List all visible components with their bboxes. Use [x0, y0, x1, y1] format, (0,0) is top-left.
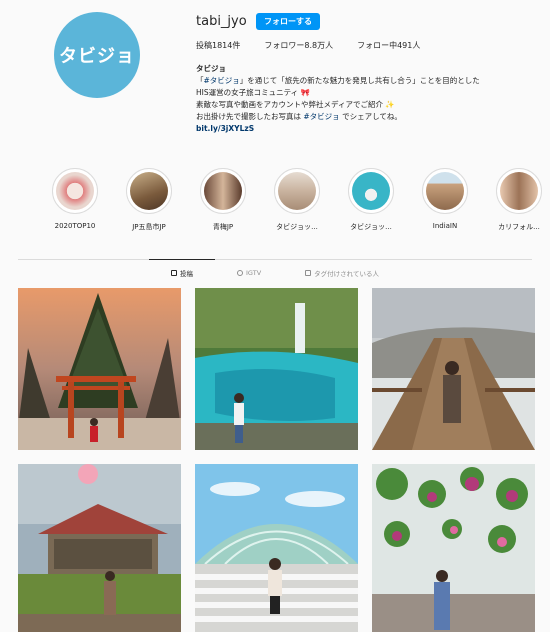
highlight-cover: [56, 172, 94, 210]
bio-line-4: お出掛け先で撮影したお写真は #タビジョ でシェアしてね。: [196, 112, 402, 121]
highlight-cover: [500, 172, 538, 210]
highlight-item[interactable]: タビジョッ...: [334, 168, 408, 232]
profile-bio: タビジョ 「#タビジョ」を通じて「旅先の新たな魅力を発見し共有し合う」ことを目的…: [196, 63, 536, 135]
post-image: [195, 288, 358, 450]
highlight-label: JP五島市JP: [132, 223, 166, 231]
highlight-cover: [278, 172, 316, 210]
story-highlights: 2020TOP10 JP五島市JP 青梅JP タビジョッ... タビジョッ...…: [38, 168, 550, 232]
bio-line-1: 「#タビジョ」を通じて「旅先の新たな魅力を発見し共有し合う」ことを目的とした: [196, 76, 480, 85]
hashtag-link[interactable]: #タビジョ: [204, 76, 240, 85]
highlight-cover: [352, 172, 390, 210]
highlight-label: 青梅JP: [212, 223, 234, 231]
post-thumbnail[interactable]: [372, 464, 535, 632]
following-count[interactable]: フォロー中491人: [357, 40, 420, 51]
post-thumbnail[interactable]: [372, 288, 535, 450]
profile-tabs: 投稿 IGTV タグ付けされている人: [0, 259, 550, 286]
profile-avatar[interactable]: タビジョ: [54, 12, 140, 98]
highlight-item[interactable]: JP五島市JP: [112, 168, 186, 232]
bio-line-2: HIS運営の女子旅コミュニティ 🎀: [196, 88, 310, 97]
post-image: [372, 464, 535, 632]
highlight-label: IndiaIN: [432, 222, 458, 230]
highlight-cover: [426, 172, 464, 210]
follow-button[interactable]: フォローする: [256, 13, 320, 30]
tab-tagged[interactable]: タグ付けされている人: [283, 260, 401, 286]
highlight-label: タビジョッ...: [276, 223, 318, 231]
post-image: [372, 288, 535, 450]
highlight-cover: [204, 172, 242, 210]
highlight-item[interactable]: 青梅JP: [186, 168, 260, 232]
profile-stats: 投稿1814件 フォロワー8.8万人 フォロー中491人: [196, 40, 444, 51]
post-thumbnail[interactable]: [18, 288, 181, 450]
profile-username: tabi_jyo: [196, 14, 247, 29]
bio-website-link[interactable]: bit.ly/3jXYLzS: [196, 123, 536, 135]
highlight-label: 2020TOP10: [54, 222, 96, 230]
highlight-item[interactable]: 2020TOP10: [38, 168, 112, 232]
tag-icon: [305, 270, 312, 276]
post-image: [18, 288, 181, 450]
hashtag-link[interactable]: #タビジョ: [303, 112, 339, 121]
post-image: [18, 464, 181, 632]
posts-count: 投稿1814件: [196, 41, 241, 50]
highlight-label: タビジョッ...: [350, 223, 392, 231]
tab-igtv[interactable]: IGTV: [215, 260, 283, 286]
highlight-label: カリフォル...: [498, 223, 540, 231]
bio-line-3: 素敵な写真や動画をアカウントや弊社メディアでご紹介 ✨: [196, 100, 395, 109]
highlight-cover: [130, 172, 168, 210]
highlight-item[interactable]: タビジョッ...: [260, 168, 334, 232]
bio-name: タビジョ: [196, 64, 226, 73]
tab-posts[interactable]: 投稿: [149, 259, 216, 286]
highlight-item[interactable]: カリフォル...: [482, 168, 550, 232]
post-thumbnail[interactable]: [195, 288, 358, 450]
post-thumbnail[interactable]: [18, 464, 181, 632]
avatar-logo-text: タビジョ: [59, 46, 135, 67]
followers-count[interactable]: フォロワー8.8万人: [264, 40, 333, 51]
highlight-item[interactable]: IndiaIN: [408, 168, 482, 232]
igtv-icon: [237, 270, 244, 276]
post-image: [195, 464, 358, 632]
posts-grid: [18, 288, 535, 632]
post-thumbnail[interactable]: [195, 464, 358, 632]
grid-icon: [171, 270, 178, 276]
